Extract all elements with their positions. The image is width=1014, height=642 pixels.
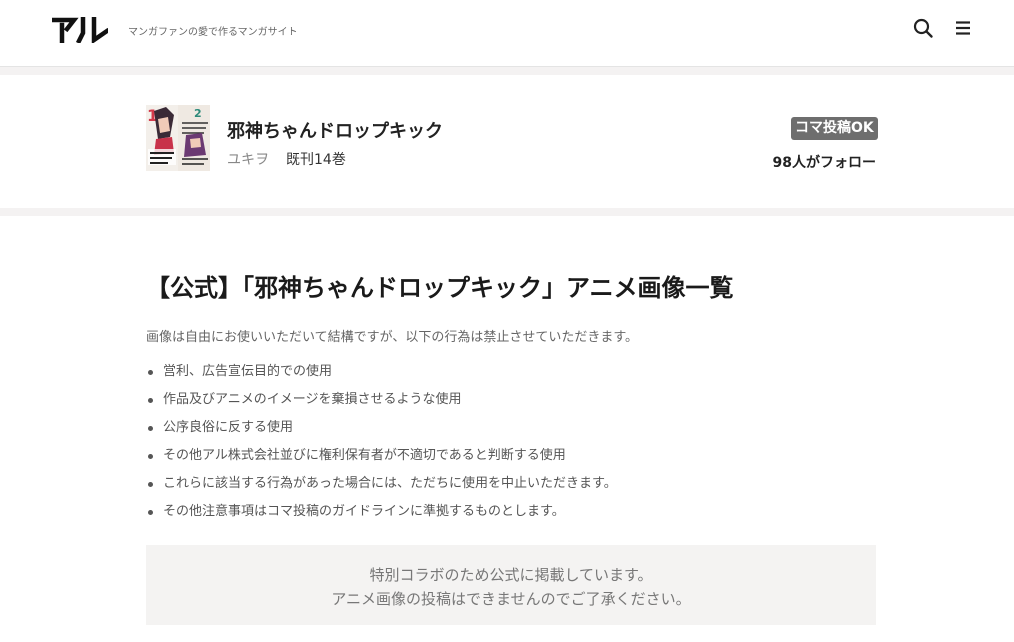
notice-line: 特別コラボのため公式に掲載しています。 xyxy=(369,566,653,584)
svg-text:2: 2 xyxy=(194,107,202,120)
list-item: これらに該当する行為があった場合には、ただちに使用を中止いただきます。 xyxy=(146,470,617,498)
menu-icon[interactable] xyxy=(952,17,974,39)
manga-info-card[interactable]: 1 2 邪神ちゃんドロップキック ユキヲ 既刊14巻 コマ投稿OK 98人がフォ… xyxy=(0,75,1014,208)
prohibited-uses-list: 営利、広告宣伝目的での使用 作品及びアニメのイメージを棄損させるような使用 公序… xyxy=(146,358,617,526)
usage-intro-text: 画像は自由にお使いいただいて結構ですが、以下の行為は禁止させていただきます。 xyxy=(146,330,639,345)
page-title: 【公式】「邪神ちゃんドロップキック」アニメ画像一覧 xyxy=(146,274,734,302)
manga-title[interactable]: 邪神ちゃんドロップキック xyxy=(227,117,443,143)
manga-cover-image[interactable]: 1 2 xyxy=(146,105,210,171)
site-tagline: マンガファンの愛で作るマンガサイト xyxy=(128,27,298,38)
list-item: 公序良俗に反する使用 xyxy=(146,414,617,442)
site-header: マンガファンの愛で作るマンガサイト xyxy=(0,0,1014,67)
notice-line: アニメ画像の投稿はできませんのでご了承ください。 xyxy=(331,590,691,608)
follower-count: 98人がフォロー xyxy=(772,155,876,171)
search-icon[interactable] xyxy=(912,17,934,39)
list-item: その他アル株式会社並びに権利保有者が不適切であると判断する使用 xyxy=(146,442,617,470)
site-logo[interactable] xyxy=(50,16,111,45)
manga-volume-count: 既刊14巻 xyxy=(286,152,346,168)
koma-post-ok-badge: コマ投稿OK xyxy=(791,117,878,140)
section-divider xyxy=(0,208,1014,216)
notice-box: 特別コラボのため公式に掲載しています。 アニメ画像の投稿はできませんのでご了承く… xyxy=(146,545,876,625)
list-item: 営利、広告宣伝目的での使用 xyxy=(146,358,617,386)
logo-mark xyxy=(50,16,111,45)
list-item: その他注意事項はコマ投稿のガイドラインに準拠するものとします。 xyxy=(146,498,617,526)
section-divider xyxy=(0,67,1014,75)
list-item: 作品及びアニメのイメージを棄損させるような使用 xyxy=(146,386,617,414)
manga-author[interactable]: ユキヲ xyxy=(227,149,269,169)
